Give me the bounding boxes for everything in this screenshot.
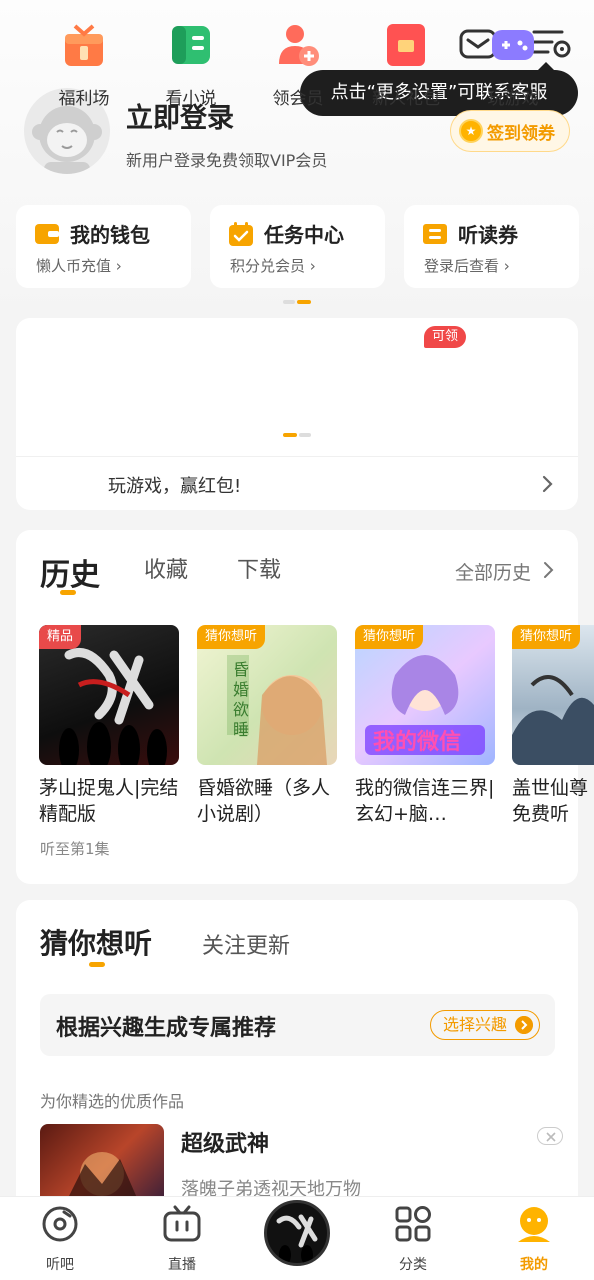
nav-live-label: 直播	[168, 1257, 196, 1273]
wallet-card[interactable]: 我的钱包 懒人币充值 ›	[16, 205, 191, 288]
voucher-subtitle: 登录后查看 ›	[424, 257, 510, 275]
tab-downloads[interactable]: 下载	[237, 552, 281, 584]
voucher-title: 听读券	[458, 223, 518, 247]
tab-guess-you-like[interactable]: 猜你想听	[40, 922, 152, 962]
book-icon	[172, 26, 210, 64]
choose-interest-button[interactable]: 选择兴趣	[430, 1010, 540, 1040]
book-tag-recommend: 猜你想听	[355, 625, 424, 649]
feature-newbie-gift[interactable]: 新人礼包	[361, 22, 451, 109]
feature-newbie-gift-label: 新人礼包	[372, 89, 440, 109]
book-tag-recommend: 猜你想听	[512, 625, 581, 649]
book-progress-1: 听至第1集	[40, 840, 110, 858]
coin-icon: ★	[459, 119, 483, 143]
game-promo-text[interactable]: 玩游戏，赢红包!	[108, 472, 241, 498]
book-cover-3[interactable]: 我的微信 猜你想听	[355, 625, 495, 765]
tab-guess-underline	[89, 962, 105, 967]
task-center-subtitle: 积分兑会员 ›	[230, 257, 316, 275]
nav-tingba-label: 听吧	[46, 1257, 74, 1273]
book-cover-4[interactable]: 猜你想听	[512, 625, 594, 765]
feature-games-label: 玩游戏	[487, 89, 539, 109]
ticket-icon	[423, 224, 447, 244]
close-icon	[546, 1132, 556, 1142]
feature-divider	[16, 456, 578, 457]
feature-novel[interactable]: 看小说	[146, 22, 236, 109]
chevron-right-icon	[515, 1016, 533, 1034]
feature-page-indicator	[283, 433, 311, 437]
picked-works-label: 为你精选的优质作品	[40, 1092, 185, 1111]
recommend-book-title[interactable]: 超级武神	[181, 1126, 269, 1158]
card-page-indicator	[283, 300, 311, 304]
book-title-2[interactable]: 昏婚欲睡（多人小说剧）	[197, 775, 337, 827]
feature-welfare[interactable]: 福利场	[39, 22, 129, 109]
wallet-icon	[35, 224, 59, 244]
nav-category[interactable]: 分类	[373, 1204, 453, 1274]
claimable-badge: 可领	[424, 326, 466, 348]
chevron-right-icon[interactable]	[540, 474, 556, 494]
book-tag-premium: 精品	[39, 625, 82, 649]
red-packet-icon	[387, 24, 425, 66]
signin-coupon-button[interactable]: ★ 签到领券	[450, 110, 570, 152]
task-center-title: 任务中心	[264, 223, 344, 247]
feature-vip-label: 领会员	[272, 89, 324, 109]
tab-follow-updates[interactable]: 关注更新	[202, 928, 290, 960]
voucher-card[interactable]: 听读券 登录后查看 ›	[404, 205, 579, 288]
task-center-card[interactable]: 任务中心 积分兑会员 ›	[210, 205, 385, 288]
dismiss-icon[interactable]	[537, 1127, 563, 1145]
wallet-title: 我的钱包	[70, 223, 150, 247]
tab-favorites[interactable]: 收藏	[144, 552, 188, 584]
gift-box-icon	[65, 24, 103, 66]
book-cover-2[interactable]: 昏 婚 欲 睡 猜你想听	[197, 625, 337, 765]
feature-games[interactable]: 玩游戏	[468, 22, 558, 109]
disc-icon	[42, 1206, 78, 1242]
nav-category-label: 分类	[399, 1257, 427, 1273]
task-calendar-icon	[229, 222, 253, 246]
book-title-3[interactable]: 我的微信连三界|玄幻+脑…	[355, 775, 495, 827]
signin-button-label: 签到领券	[487, 123, 555, 144]
tab-history[interactable]: 历史	[40, 550, 100, 594]
login-subtitle: 新用户登录免费领取VIP会员	[126, 151, 328, 170]
feature-novel-label: 看小说	[165, 89, 217, 109]
chevron-right-icon[interactable]	[542, 560, 556, 580]
nav-mine-label: 我的	[520, 1257, 548, 1273]
book-title-4[interactable]: 盖世仙尊免费听	[512, 775, 594, 827]
now-playing-cover-icon	[276, 1214, 318, 1263]
svg-text:欲: 欲	[233, 700, 249, 719]
grid-icon	[395, 1206, 431, 1242]
book-cover-1[interactable]: 精品	[39, 625, 179, 765]
nav-live[interactable]: 直播	[142, 1204, 222, 1274]
feature-welfare-label: 福利场	[58, 89, 110, 109]
all-history-link[interactable]: 全部历史	[455, 558, 531, 585]
now-playing-disc[interactable]	[264, 1200, 330, 1266]
book-tag-recommend: 猜你想听	[197, 625, 266, 649]
tab-history-underline	[60, 590, 76, 595]
svg-text:昏: 昏	[233, 660, 249, 679]
tv-icon	[163, 1205, 201, 1242]
profile-icon	[518, 1207, 550, 1242]
svg-text:睡: 睡	[233, 720, 249, 739]
interest-banner-text: 根据兴趣生成专属推荐	[56, 1016, 277, 1041]
nav-tingba[interactable]: 听吧	[20, 1204, 100, 1274]
svg-text:我的微信: 我的微信	[373, 729, 461, 755]
wallet-subtitle: 懒人币充值 ›	[36, 257, 122, 275]
book-title-1[interactable]: 茅山捉鬼人|完结精配版	[39, 775, 179, 827]
feature-panel	[16, 318, 578, 510]
vip-user-icon	[279, 25, 319, 66]
svg-text:婚: 婚	[233, 680, 249, 699]
nav-mine[interactable]: 我的	[494, 1204, 574, 1274]
feature-vip[interactable]: 领会员	[253, 22, 343, 109]
choose-interest-label: 选择兴趣	[443, 1015, 508, 1034]
gamepad-icon	[492, 30, 534, 60]
